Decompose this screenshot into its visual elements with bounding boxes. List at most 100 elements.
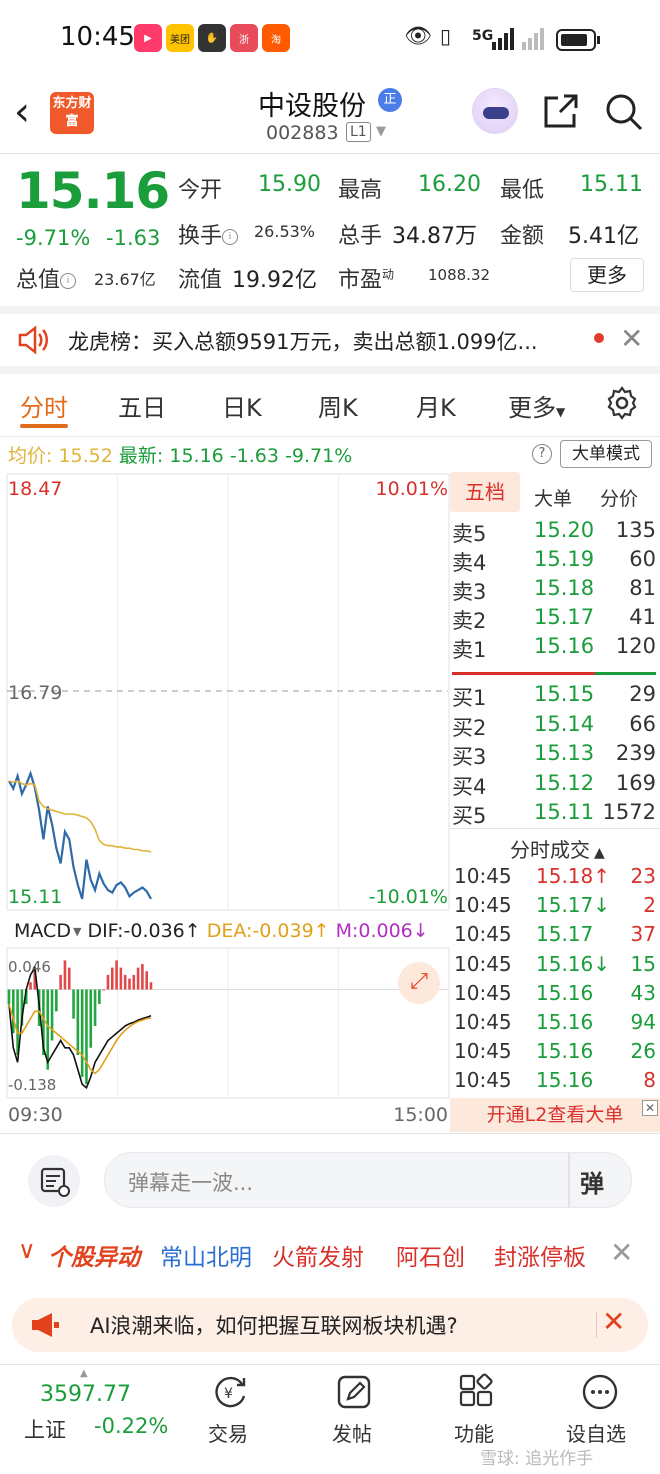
danmu-settings-icon[interactable] [28,1155,80,1207]
level-volume: 81 [629,576,656,600]
info-icon[interactable]: i [222,229,239,245]
macd-bar [119,967,123,990]
tab-day-k[interactable]: 日K [222,388,262,423]
level-price: 15.14 [534,711,595,736]
tick-volume: 43 [630,980,656,1005]
expand-icon[interactable]: ▲ [80,1368,88,1379]
macd-bar [149,982,153,990]
dropdown-icon: ▼ [556,405,566,419]
ask-row[interactable]: 卖5 15.20 135 [450,518,660,547]
dragon-tiger-text[interactable]: 龙虎榜：买入总额9591万元，卖出总额1.099亿... [68,326,538,356]
bid-row[interactable]: 买4 15.12 169 [450,771,660,800]
dropdown-icon[interactable]: ▼ [73,925,81,938]
speaker-icon [18,325,48,355]
level-volume: 120 [615,634,656,658]
close-icon[interactable]: ✕ [642,1100,658,1116]
change-value: -1.63 [106,226,161,250]
tab-big-orders[interactable]: 大单 [534,484,572,511]
anomaly-item[interactable]: 封涨停板 [494,1238,586,1272]
level-volume: 1572 [602,800,656,824]
macd-label[interactable]: MACD [14,920,71,942]
trade-icon[interactable]: ¥ [210,1372,250,1412]
anomaly-item[interactable]: 火箭发射 [272,1238,364,1272]
search-icon[interactable] [604,92,644,132]
tab-five-day[interactable]: 五日 [118,388,166,423]
level-label: 卖1 [452,638,487,662]
bid-row[interactable]: 买3 15.13 239 [450,741,660,770]
time-end-label: 15:00 [393,1104,448,1126]
ask-row[interactable]: 卖4 15.19 60 [450,547,660,576]
macd-min-label: -0.138 [8,1076,57,1094]
dif-value: DIF:-0.036 [87,920,185,942]
tick-price: 15.16 [536,1010,594,1034]
tab-price-distribution[interactable]: 分价 [600,484,638,511]
tab-minute[interactable]: 分时 [20,388,68,423]
close-icon[interactable]: ✕ [610,1236,633,1269]
nav-watchlist[interactable]: 设自选 [566,1418,626,1447]
macd-bar [98,989,101,1005]
index-value[interactable]: 3597.77 [40,1382,131,1407]
divider [0,1133,660,1134]
bid-row[interactable]: 买2 15.14 66 [450,712,660,741]
post-icon[interactable] [334,1372,374,1412]
macd-bar [93,989,97,1026]
ai-banner-text[interactable]: AI浪潮来临，如何把握互联网板块机遇? [90,1310,458,1340]
dea-value: DEA:-0.039 [206,920,314,942]
apps-icon[interactable] [456,1372,496,1412]
macd-bar [123,974,127,990]
index-name[interactable]: 上证 [24,1414,66,1444]
macd-bar [145,971,148,990]
info-icon[interactable]: i [60,273,77,289]
divider [450,828,660,829]
macd-bar [55,989,58,1012]
macd-bar [12,989,15,1034]
ask-row[interactable]: 卖2 15.17 41 [450,605,660,634]
tick-time: 10:45 [454,1039,512,1064]
latest-change: -1.63 [229,445,279,467]
tab-five-levels[interactable]: 五档 [450,472,520,512]
app-logo[interactable]: 东方财富 [50,92,94,134]
ask-row[interactable]: 卖1 15.16 120 [450,634,660,663]
big-order-mode-button[interactable]: 大单模式 [560,440,652,468]
index-change[interactable]: -0.22% [94,1414,168,1438]
upgrade-l2-button[interactable]: 开通L2查看大单 ✕ [450,1098,660,1132]
intraday-chart[interactable]: 18.47 10.01% 16.79 15.11 -10.01% MACD ▼ … [6,472,450,1132]
float-value: 19.92亿 [232,268,317,293]
share-icon[interactable] [540,92,580,132]
nav-post[interactable]: 发帖 [332,1418,372,1447]
anomaly-item[interactable]: 阿石创 [396,1238,465,1272]
tab-week-k[interactable]: 周K [318,388,358,423]
ai-assistant-icon[interactable] [472,88,518,134]
help-icon[interactable]: ? [532,444,552,464]
stock-code: 002883 [266,122,339,144]
level-badge[interactable]: L1 [346,122,371,142]
tab-month-k[interactable]: 月K [416,388,456,423]
back-icon[interactable]: ‹ [14,92,30,132]
close-icon[interactable]: ✕ [620,322,643,355]
danmu-send-button[interactable]: 弹 [580,1164,604,1199]
nav-functions[interactable]: 功能 [454,1418,494,1447]
tab-more[interactable]: 更多▼ [508,388,565,423]
ticks-title[interactable]: 分时成交 ▲ [510,834,605,863]
chevron-down-icon[interactable]: ∨ [18,1236,36,1264]
level-dropdown-icon[interactable]: ▼ [376,124,386,139]
divider [0,366,660,374]
close-icon[interactable]: ✕ [602,1305,625,1338]
expand-icon[interactable]: ⤢ [398,962,440,1004]
tick-price: 15.17 [536,922,594,947]
svg-text:¥: ¥ [224,1386,233,1402]
anomaly-item[interactable]: 常山北明 [160,1238,252,1272]
more-button[interactable]: 更多 [570,258,644,292]
battery-icon [556,29,600,51]
nav-trade[interactable]: 交易 [208,1418,248,1447]
ask-row[interactable]: 卖3 15.18 81 [450,576,660,605]
macd-bar [128,978,131,990]
turnover-label: 换手 i [178,218,239,250]
taobao-app-icon: 淘 [262,24,290,52]
more-dots-icon[interactable] [580,1372,620,1412]
bid-row[interactable]: 买5 15.11 1572 [450,800,660,829]
collapse-icon[interactable]: ▲ [594,845,605,861]
gear-icon[interactable] [604,385,640,421]
bid-row[interactable]: 买1 15.15 29 [450,682,660,711]
change-percent: -9.71% [16,226,91,250]
